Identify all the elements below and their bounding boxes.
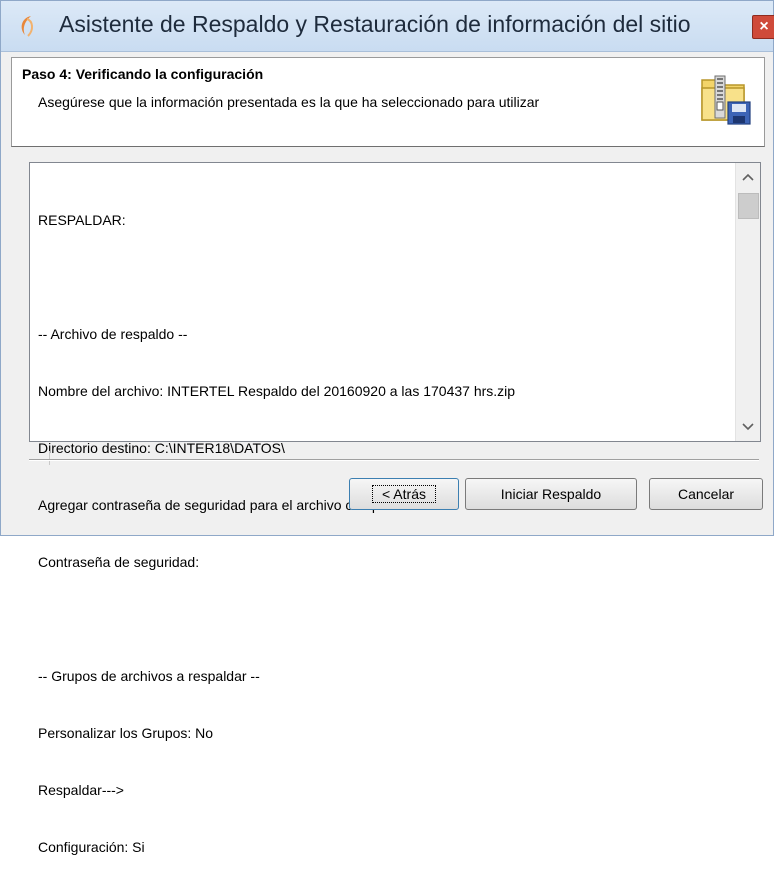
scroll-up-button[interactable] xyxy=(736,165,760,189)
close-icon: × xyxy=(759,18,769,35)
summary-line xyxy=(38,610,728,629)
vertical-scrollbar[interactable] xyxy=(735,163,760,441)
cancel-button-label: Cancelar xyxy=(677,486,735,502)
summary-line: Personalizar los Grupos: No xyxy=(38,725,214,741)
wizard-header: Paso 4: Verificando la configuración Ase… xyxy=(11,57,765,147)
start-backup-button-label: Iniciar Respaldo xyxy=(500,486,602,502)
summary-line: Contraseña de seguridad: xyxy=(38,554,200,570)
zip-archive-disk-icon xyxy=(701,75,751,125)
start-backup-button[interactable]: Iniciar Respaldo xyxy=(465,478,637,510)
back-button[interactable]: < Atrás xyxy=(349,478,459,510)
footer-separator xyxy=(29,459,759,460)
scroll-down-button[interactable] xyxy=(736,415,760,439)
summary-line: -- Archivo de respaldo -- xyxy=(38,326,188,342)
summary-line: Configuración: Si xyxy=(38,839,145,855)
close-button[interactable]: × xyxy=(752,15,774,39)
summary-textbox[interactable]: RESPALDAR: -- Archivo de respaldo -- Nom… xyxy=(29,162,761,855)
separator-tick xyxy=(49,451,50,465)
chevron-down-icon xyxy=(742,423,754,431)
scroll-thumb[interactable] xyxy=(738,193,759,219)
summary-line: Respaldar---> xyxy=(38,782,124,798)
title-bar[interactable]: Asistente de Respaldo y Restauración de … xyxy=(1,1,774,52)
summary-line xyxy=(38,268,728,287)
chevron-up-icon xyxy=(742,173,754,181)
app-logo-icon xyxy=(21,16,33,37)
wizard-window: Asistente de Respaldo y Restauración de … xyxy=(0,0,774,855)
step-title: Paso 4: Verificando la configuración xyxy=(22,66,264,82)
summary-line: -- Grupos de archivos a respaldar -- xyxy=(38,668,260,684)
summary-line: Directorio destino: C:\INTER18\DATOS\ xyxy=(38,440,285,456)
focus-rect xyxy=(372,485,436,503)
step-description: Asegúrese que la información presentada … xyxy=(38,94,540,110)
summary-lines: RESPALDAR: -- Archivo de respaldo -- Nom… xyxy=(38,173,728,895)
window-title: Asistente de Respaldo y Restauración de … xyxy=(59,11,691,37)
summary-line: Nombre del archivo: INTERTEL Respaldo de… xyxy=(38,383,516,399)
summary-line: RESPALDAR: xyxy=(38,212,126,228)
cancel-button[interactable]: Cancelar xyxy=(649,478,763,510)
